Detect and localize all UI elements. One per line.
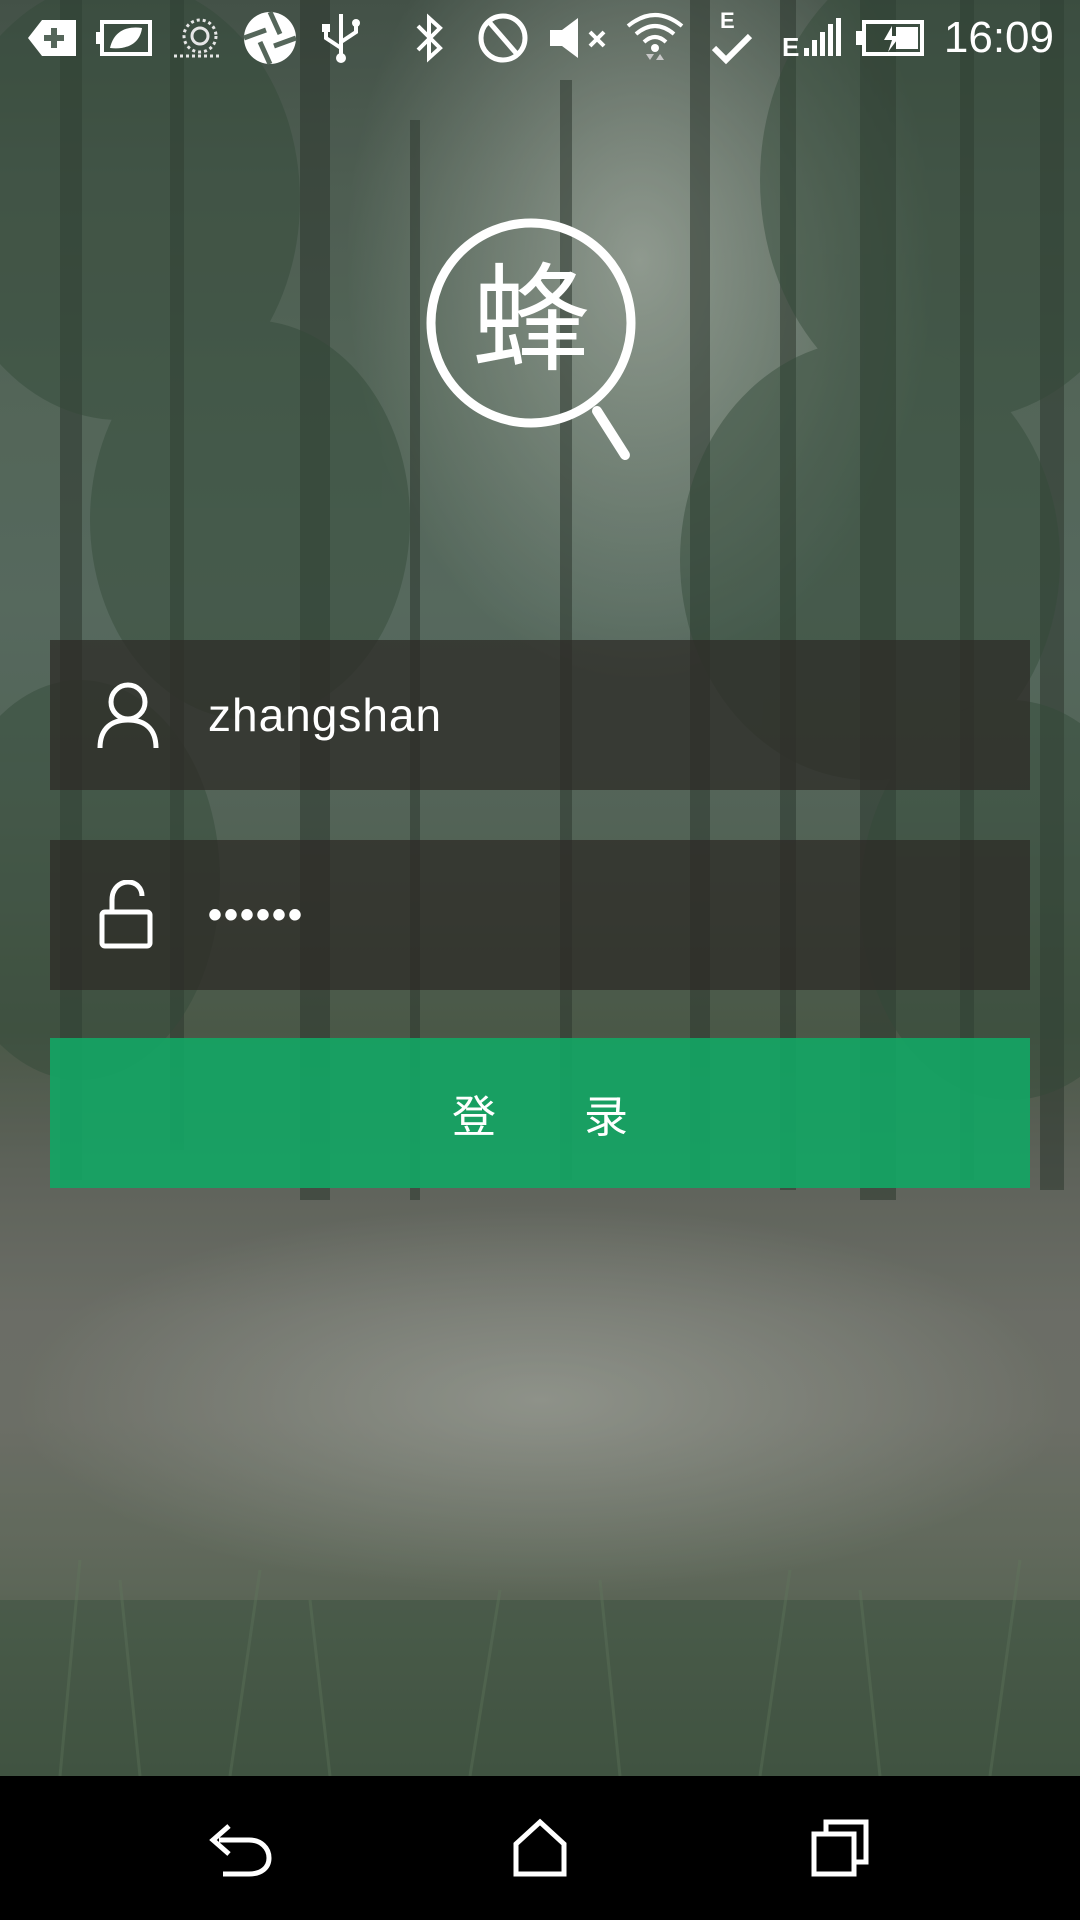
back-icon[interactable] — [195, 1806, 285, 1890]
password-field[interactable]: •••••• — [50, 840, 1030, 990]
status-time: 16:09 — [943, 13, 1054, 62]
usb-icon — [318, 12, 364, 64]
recents-icon[interactable] — [795, 1806, 885, 1890]
bluetooth-icon — [410, 12, 450, 64]
logo-glyph: 蜂 — [472, 251, 590, 389]
app-logo: 蜂 — [425, 215, 645, 465]
battery-charging-icon — [856, 12, 926, 64]
login-button-label: 登 录 — [452, 1092, 628, 1143]
signal-icon: E — [782, 12, 842, 64]
user-icon — [96, 680, 160, 750]
battery-saver-leaf-icon — [96, 12, 154, 64]
volume-muted-icon — [548, 12, 610, 64]
wifi-icon — [624, 12, 686, 64]
svg-text:E: E — [782, 32, 799, 60]
username-field[interactable]: zhangshan — [50, 640, 1030, 790]
svg-text:E: E — [720, 8, 735, 33]
home-icon[interactable] — [495, 1806, 585, 1890]
snail-icon — [172, 12, 226, 64]
password-input[interactable]: •••••• — [208, 840, 304, 990]
login-button[interactable]: 登 录 — [50, 1038, 1030, 1188]
do-not-disturb-icon — [476, 12, 530, 64]
add-notification-icon — [24, 12, 80, 64]
edge-check-icon: E — [708, 8, 756, 65]
unlock-icon — [96, 879, 160, 950]
username-input[interactable]: zhangshan — [208, 640, 442, 790]
navigation-bar — [0, 1776, 1080, 1920]
login-screen: E E 16:09 蜂 zhangshan •••••• 登 录 — [0, 0, 1080, 1920]
status-bar: E E 16:09 — [0, 0, 1080, 75]
aperture-icon — [242, 10, 298, 66]
